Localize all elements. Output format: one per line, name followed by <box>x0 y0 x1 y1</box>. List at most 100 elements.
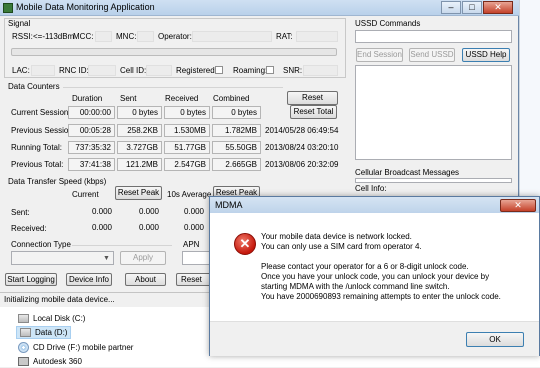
mcc-value <box>95 31 112 42</box>
error-icon: ✕ <box>234 233 256 255</box>
row-label: Previous Session: <box>11 126 76 135</box>
close-button[interactable]: ✕ <box>483 1 513 14</box>
minimize-button[interactable]: – <box>441 1 461 14</box>
rat-value <box>296 31 338 42</box>
duration-value: 00:05:28 <box>68 124 115 137</box>
lac-label: LAC: <box>12 66 30 75</box>
operator-label: Operator: <box>158 32 192 41</box>
ussd-response-area[interactable] <box>355 65 512 160</box>
title-bar[interactable]: Mobile Data Monitoring Application – □ ✕ <box>0 0 519 16</box>
sent-value: 0 bytes <box>117 106 162 119</box>
rnc-label: RNC ID: <box>59 66 89 75</box>
reset-device-button[interactable]: Reset De <box>176 273 212 286</box>
sent-value: 121.2MB <box>117 158 162 171</box>
duration-value: 00:00:00 <box>68 106 115 119</box>
speed-sent-peak: 0.000 <box>138 207 159 216</box>
apply-button[interactable]: Apply <box>120 251 166 265</box>
cell-id-label: Cell ID: <box>120 66 147 75</box>
drive-icon <box>20 328 31 337</box>
speed-received-current: 0.000 <box>91 223 112 232</box>
operator-value <box>192 31 272 42</box>
mcc-label: MCC: <box>73 32 94 41</box>
sent-value: 258.2KB <box>117 124 162 137</box>
about-button[interactable]: About <box>125 273 166 286</box>
roaming-checkbox <box>266 66 274 74</box>
column-sent: Sent <box>120 94 137 103</box>
apn-label: APN <box>183 240 200 249</box>
dialog-title-bar[interactable]: MDMA ✕ <box>210 197 539 213</box>
end-session-button[interactable]: End Session <box>356 48 403 62</box>
cell-id-value <box>146 65 172 76</box>
speed-received-peak: 0.000 <box>138 223 159 232</box>
dialog-message-line: Once you have your unlock code, you can … <box>261 272 490 281</box>
timestamp: 2013/08/06 20:32:09 <box>265 160 339 169</box>
cd-drive-icon <box>18 342 29 353</box>
dialog-close-button[interactable]: ✕ <box>500 199 536 212</box>
column-received: Received <box>165 94 199 103</box>
tree-item-data-drive[interactable]: Data (D:) <box>16 326 72 339</box>
registered-label: Registered: <box>176 66 217 75</box>
rnc-value <box>88 65 116 76</box>
rssi-label: RSSI: <box>12 32 33 41</box>
timestamp: 2014/05/28 06:49:54 <box>265 126 339 135</box>
reset-session-button[interactable]: Reset Session <box>287 91 338 113</box>
cell-broadcast-area[interactable] <box>355 178 512 183</box>
combined-value: 55.50GB <box>212 141 261 154</box>
reset-peak-button[interactable]: Reset Peak <box>115 186 162 200</box>
apn-input[interactable] <box>182 251 212 265</box>
combined-value: 1.782MB <box>212 124 261 137</box>
window-title: Mobile Data Monitoring Application <box>16 2 155 12</box>
reset-total-button[interactable]: Reset Total <box>290 105 337 119</box>
received-value: 2.547GB <box>164 158 210 171</box>
speed-sent-current: 0.000 <box>91 207 112 216</box>
cell-info-label: Cell Info: <box>355 184 387 193</box>
duration-value: 737:35:32 <box>68 141 115 154</box>
data-counters-title: Data Counters <box>8 82 60 91</box>
speed-sent-average: 0.000 <box>183 207 204 216</box>
dialog-message-line: You have 2000690893 remaining attempts t… <box>261 292 501 301</box>
maximize-button[interactable]: □ <box>462 1 482 14</box>
cloud-drive-icon <box>18 357 29 366</box>
received-value: 0 bytes <box>164 106 210 119</box>
dialog-message-line: Your mobile data device is network locke… <box>261 232 412 241</box>
dialog-title: MDMA <box>215 200 243 210</box>
start-logging-button[interactable]: Start Logging <box>5 273 57 286</box>
dialog-message-line: Please contact your operator for a 6 or … <box>261 262 469 271</box>
ussd-input[interactable] <box>355 30 512 43</box>
tree-item-autodesk[interactable]: Autodesk 360 <box>18 355 82 368</box>
timestamp: 2013/08/24 03:20:10 <box>265 143 339 152</box>
dialog-footer: OK <box>210 321 539 356</box>
cell-broadcast-title: Cellular Broadcast Messages <box>355 168 460 177</box>
tree-item-cd-drive[interactable]: CD Drive (F:) mobile partner <box>18 341 133 354</box>
connection-type-label: Connection Type <box>11 240 71 249</box>
signal-strength-bar <box>11 48 337 56</box>
snr-label: SNR: <box>283 66 303 75</box>
combined-value: 0 bytes <box>212 106 261 119</box>
speed-current-label: Current <box>72 190 99 199</box>
tree-item-local-disk[interactable]: Local Disk (C:) <box>18 312 85 325</box>
ok-button[interactable]: OK <box>466 332 524 347</box>
drive-icon <box>18 314 29 323</box>
row-label: Current Session: <box>11 108 71 117</box>
ussd-title: USSD Commands <box>355 19 421 28</box>
row-label: Running Total: <box>11 143 62 152</box>
connection-type-select[interactable]: ▼ <box>11 251 114 265</box>
rssi-value: <=-113dBm <box>33 32 75 41</box>
device-info-button[interactable]: Device Info <box>66 273 112 286</box>
received-value: 1.530MB <box>164 124 210 137</box>
error-dialog: MDMA ✕ ✕ Your mobile data device is netw… <box>209 196 540 356</box>
speed-received-label: Received: <box>11 224 47 233</box>
connection-separator <box>72 245 172 246</box>
mnc-value <box>137 31 154 42</box>
send-ussd-button[interactable]: Send USSD <box>409 48 455 62</box>
data-counters-separator <box>63 87 283 88</box>
caption-buttons: – □ ✕ <box>441 1 513 14</box>
dialog-message-line: starting MDMA with the /unlock command l… <box>261 282 450 291</box>
lac-value <box>31 65 55 76</box>
speed-group-title: Data Transfer Speed (kbps) <box>8 177 107 186</box>
registered-checkbox <box>215 66 223 74</box>
status-text: Initializing mobile data device... <box>4 295 115 304</box>
ussd-help-button[interactable]: USSD Help <box>462 48 510 62</box>
rat-label: RAT: <box>276 32 293 41</box>
speed-sent-label: Sent: <box>11 208 30 217</box>
